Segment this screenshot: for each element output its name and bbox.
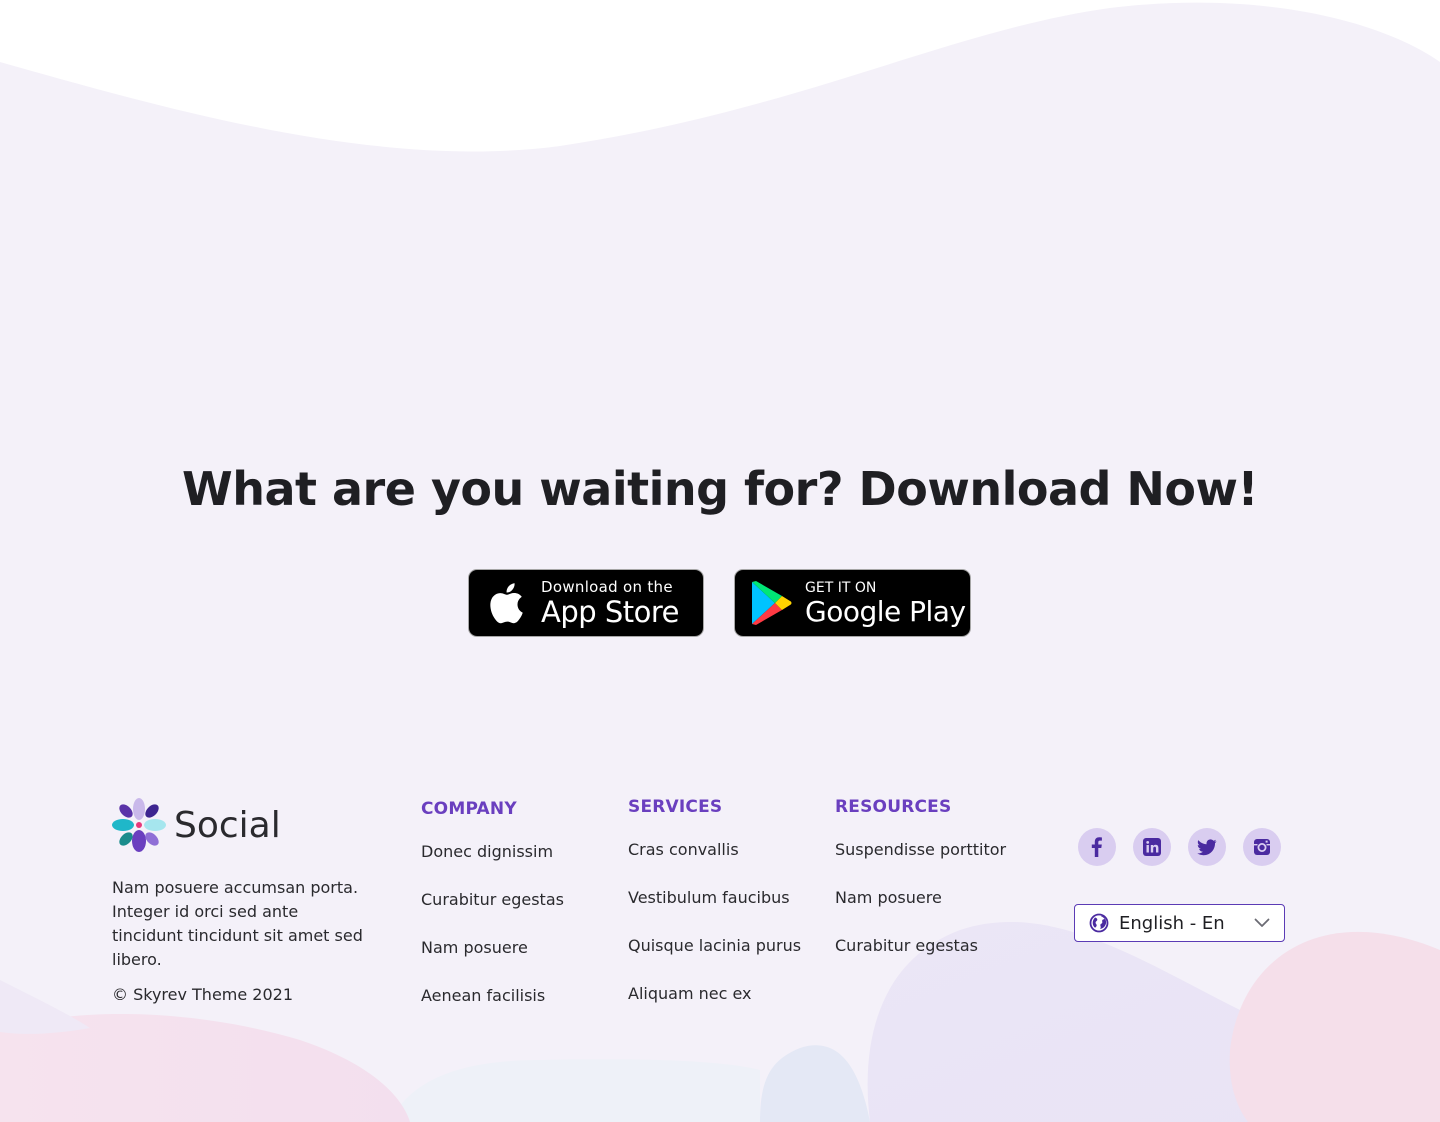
- twitter-icon: [1197, 839, 1217, 856]
- app-store-big-text: App Store: [541, 594, 680, 629]
- link-list: Donec dignissim Curabitur egestas Nam po…: [421, 842, 564, 1034]
- language-select[interactable]: English - En: [1074, 904, 1285, 942]
- language-selected-label: English - En: [1119, 912, 1225, 934]
- footer-link[interactable]: Curabitur egestas: [835, 936, 1006, 984]
- page: What are you waiting for? Download Now! …: [0, 0, 1440, 1122]
- linkedin-link[interactable]: [1133, 828, 1171, 866]
- footer-link[interactable]: Donec dignissim: [421, 842, 564, 890]
- column-title: COMPANY: [421, 799, 517, 819]
- footer-link[interactable]: Vestibulum faucibus: [628, 888, 801, 936]
- footer-link[interactable]: Aliquam nec ex: [628, 984, 801, 1032]
- app-store-small-text: Download on the: [541, 577, 673, 596]
- instagram-link[interactable]: [1243, 828, 1281, 866]
- footer-link[interactable]: Curabitur egestas: [421, 890, 564, 938]
- app-store-button[interactable]: Download on the App Store: [468, 569, 704, 637]
- footer-column-company: COMPANY Donec dignissim Curabitur egesta…: [421, 799, 611, 1005]
- link-list: Suspendisse porttitor Nam posuere Curabi…: [835, 840, 1006, 984]
- copyright-text: © Skyrev Theme 2021: [112, 985, 294, 1004]
- brand-name: Social: [174, 804, 281, 846]
- chevron-down-icon: [1254, 918, 1270, 927]
- footer-about-text: Nam posuere accumsan porta. Integer id o…: [112, 878, 363, 969]
- column-title: SERVICES: [628, 797, 723, 817]
- social-links: [1078, 828, 1281, 866]
- footer-column-services: SERVICES Cras convallis Vestibulum fauci…: [628, 797, 818, 1003]
- apple-icon: [490, 583, 523, 624]
- twitter-link[interactable]: [1188, 828, 1226, 866]
- globe-icon: [1089, 913, 1109, 933]
- footer-column-resources: RESOURCES Suspendisse porttitor Nam posu…: [835, 797, 1035, 955]
- google-play-big-text: Google Play: [805, 594, 966, 628]
- google-play-button[interactable]: GET IT ON Google Play: [734, 569, 971, 637]
- footer-link[interactable]: Nam posuere: [835, 888, 1006, 936]
- column-title: RESOURCES: [835, 797, 952, 817]
- footer-link[interactable]: Quisque lacinia purus: [628, 936, 801, 984]
- footer-link[interactable]: Suspendisse porttitor: [835, 840, 1006, 888]
- instagram-icon: [1254, 839, 1270, 855]
- google-play-icon: [752, 581, 792, 625]
- download-headline: What are you waiting for? Download Now!: [181, 462, 1259, 516]
- linkedin-icon: [1143, 838, 1161, 856]
- facebook-icon: [1091, 837, 1102, 857]
- social-logo-icon: [112, 798, 166, 852]
- footer-link[interactable]: Cras convallis: [628, 840, 801, 888]
- google-play-small-text: GET IT ON: [805, 579, 877, 596]
- facebook-link[interactable]: [1078, 828, 1116, 866]
- link-list: Cras convallis Vestibulum faucibus Quisq…: [628, 840, 801, 1032]
- footer-link[interactable]: Nam posuere: [421, 938, 564, 986]
- footer-link[interactable]: Aenean facilisis: [421, 986, 564, 1034]
- footer-brand[interactable]: Social: [112, 797, 281, 853]
